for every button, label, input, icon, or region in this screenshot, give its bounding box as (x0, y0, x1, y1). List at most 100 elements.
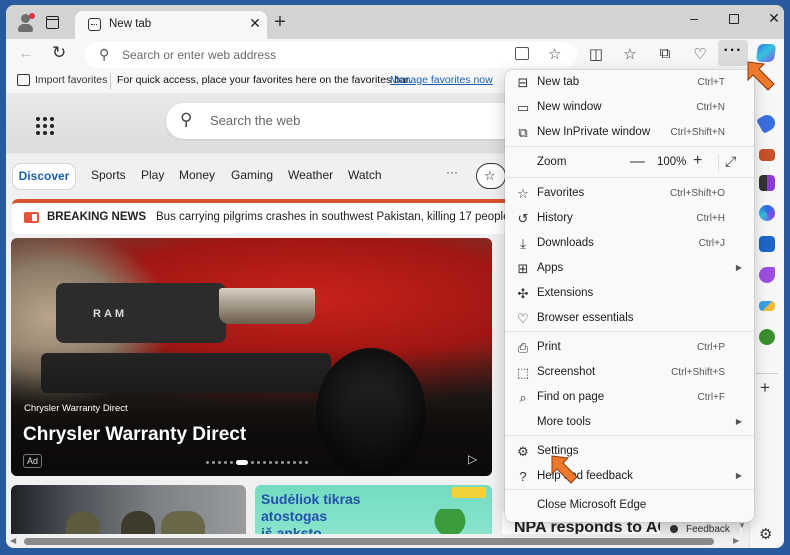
menu-item-history[interactable]: ↺ History Ctrl+H (509, 207, 750, 231)
zoom-out-button[interactable]: — (630, 153, 645, 170)
menu-item-new-tab[interactable]: ⊟ New tab Ctrl+T (509, 71, 750, 95)
carousel-dot[interactable] (224, 461, 227, 464)
horizontal-scrollbar[interactable]: ◀ ▶ (6, 534, 749, 548)
read-aloud-icon[interactable] (515, 47, 529, 60)
shopping-tag-icon[interactable] (756, 112, 778, 134)
app-launcher-icon[interactable] (36, 117, 54, 135)
news-card-image[interactable] (11, 485, 246, 534)
breaking-news-banner[interactable]: BREAKING NEWS Bus carrying pilgrims cras… (12, 199, 525, 234)
carousel-dot[interactable] (281, 461, 284, 464)
find-icon: ⌕ (519, 390, 527, 405)
heart-pulse-icon: ♡ (517, 311, 529, 326)
favorite-star-icon[interactable]: ☆ (548, 45, 561, 63)
menu-item-find-on-page[interactable]: ⌕ Find on page Ctrl+F (509, 386, 750, 410)
tab-title: New tab (109, 18, 152, 30)
tab-discover[interactable]: Discover (12, 163, 76, 190)
menu-item-label: Browser essentials (537, 312, 634, 324)
menu-item-downloads[interactable]: ⤓ Downloads Ctrl+J (509, 232, 750, 256)
games-chess-icon[interactable] (759, 175, 775, 191)
zoom-in-button[interactable]: + (693, 152, 702, 170)
screenshot-icon: ⬚ (516, 365, 530, 380)
menu-item-close-edge[interactable]: Close Microsoft Edge (509, 494, 750, 518)
menu-item-settings[interactable]: ⚙ Settings (509, 440, 750, 464)
collections-icon[interactable]: ⧉ (655, 45, 675, 62)
tab-close-icon[interactable]: ✕ (247, 15, 263, 32)
manage-favorites-link[interactable]: Manage favorites now (390, 74, 493, 86)
tab-strip: New tab ✕ + – ✕ (6, 5, 784, 40)
tab-sports[interactable]: Sports (91, 168, 126, 182)
menu-item-label: More tools (537, 416, 591, 428)
maximize-icon (729, 14, 739, 24)
send-icon[interactable] (759, 301, 775, 311)
designer-icon[interactable] (759, 267, 775, 283)
menu-item-new-inprivate[interactable]: ⧉ New InPrivate window Ctrl+Shift+N (509, 121, 750, 145)
profile-avatar[interactable] (16, 13, 36, 33)
carousel-dot[interactable] (230, 461, 233, 464)
favorites-icon[interactable]: ☆ (620, 45, 640, 63)
refresh-icon[interactable]: ↻ (52, 43, 66, 63)
carousel-dot-active[interactable] (236, 460, 248, 465)
menu-separator (505, 489, 754, 490)
tools-briefcase-icon[interactable] (759, 149, 775, 161)
carousel-dot[interactable] (269, 461, 272, 464)
microsoft-365-icon[interactable] (759, 205, 775, 221)
scroll-down-arrow[interactable]: ▼ (738, 521, 746, 530)
carousel-dot[interactable] (305, 461, 308, 464)
scroll-left-arrow[interactable]: ◀ (10, 536, 16, 545)
carousel-dot[interactable] (275, 461, 278, 464)
back-arrow-icon[interactable]: ← (18, 45, 34, 63)
menu-item-favorites[interactable]: ☆ Favorites Ctrl+Shift+O (509, 182, 750, 206)
travel-ad-card[interactable]: Sudėliok tikras atostogas iš anksto (255, 485, 492, 534)
menu-item-new-window[interactable]: ▭ New window Ctrl+N (509, 96, 750, 120)
tab-gaming[interactable]: Gaming (231, 168, 273, 182)
edge-window: New tab ✕ + – ✕ ← ↻ ⚲ Search or enter we… (6, 5, 784, 548)
menu-item-more-tools[interactable]: More tools ▶ (509, 411, 750, 435)
menu-item-help-feedback[interactable]: ? Help and feedback ▶ (509, 465, 750, 489)
tab-weather[interactable]: Weather (288, 168, 333, 182)
menu-item-browser-essentials[interactable]: ♡ Browser essentials (509, 307, 750, 331)
carousel-dot[interactable] (287, 461, 290, 464)
personalize-button[interactable]: ☆ (476, 163, 506, 189)
import-favorites-button[interactable]: Import favorites (35, 74, 107, 86)
sidebar-settings-icon[interactable]: ⚙ (759, 525, 772, 543)
outlook-icon[interactable] (759, 236, 775, 252)
carousel-dot[interactable] (212, 461, 215, 464)
address-bar[interactable]: ⚲ Search or enter web address ☆ (85, 42, 577, 68)
tree-icon[interactable] (759, 329, 775, 345)
scroll-right-arrow[interactable]: ▶ (733, 536, 739, 545)
carousel-dot[interactable] (257, 461, 260, 464)
close-window-button[interactable]: ✕ (762, 10, 784, 27)
carousel-dot[interactable] (263, 461, 266, 464)
add-sidebar-app-button[interactable]: + (760, 378, 770, 398)
menu-item-apps[interactable]: ⊞ Apps ▶ (509, 257, 750, 281)
zoom-level: 100% (657, 156, 687, 168)
browser-essentials-icon[interactable]: ♡ (690, 45, 710, 63)
new-tab-button[interactable]: + (270, 11, 290, 34)
new-tab-favicon-icon (88, 18, 101, 31)
tab-actions-icon[interactable] (46, 16, 59, 29)
tab-watch[interactable]: Watch (348, 168, 382, 182)
play-icon[interactable]: ▷ (468, 452, 477, 466)
scrollbar-thumb[interactable] (24, 538, 714, 545)
minimize-button[interactable]: – (682, 10, 706, 26)
tab-money[interactable]: Money (179, 168, 215, 182)
menu-item-print[interactable]: ⎙ Print Ctrl+P (509, 336, 750, 360)
carousel-dot[interactable] (293, 461, 296, 464)
tab-play[interactable]: Play (141, 168, 164, 182)
hero-ad-card[interactable]: RAM Chrysler Warranty Direct Chrysler Wa… (11, 238, 492, 476)
carousel-dot[interactable] (218, 461, 221, 464)
carousel-dot[interactable] (299, 461, 302, 464)
fullscreen-icon[interactable]: ⤢ (725, 153, 736, 170)
split-screen-icon[interactable]: ◫ (586, 45, 606, 63)
carousel-dots[interactable] (206, 460, 308, 465)
carousel-dot[interactable] (251, 461, 254, 464)
tab-new-tab[interactable]: New tab ✕ (75, 11, 267, 40)
nav-more-button[interactable]: ··· (446, 165, 458, 179)
maximize-button[interactable] (722, 10, 746, 27)
carousel-dot[interactable] (206, 461, 209, 464)
menu-item-shortcut: Ctrl+Shift+N (670, 127, 725, 138)
menu-item-screenshot[interactable]: ⬚ Screenshot Ctrl+Shift+S (509, 361, 750, 385)
breaking-news-headline[interactable]: Bus carrying pilgrims crashes in southwe… (156, 211, 525, 223)
menu-item-extensions[interactable]: ✣ Extensions (509, 282, 750, 306)
hero-title[interactable]: Chrysler Warranty Direct (23, 424, 246, 446)
